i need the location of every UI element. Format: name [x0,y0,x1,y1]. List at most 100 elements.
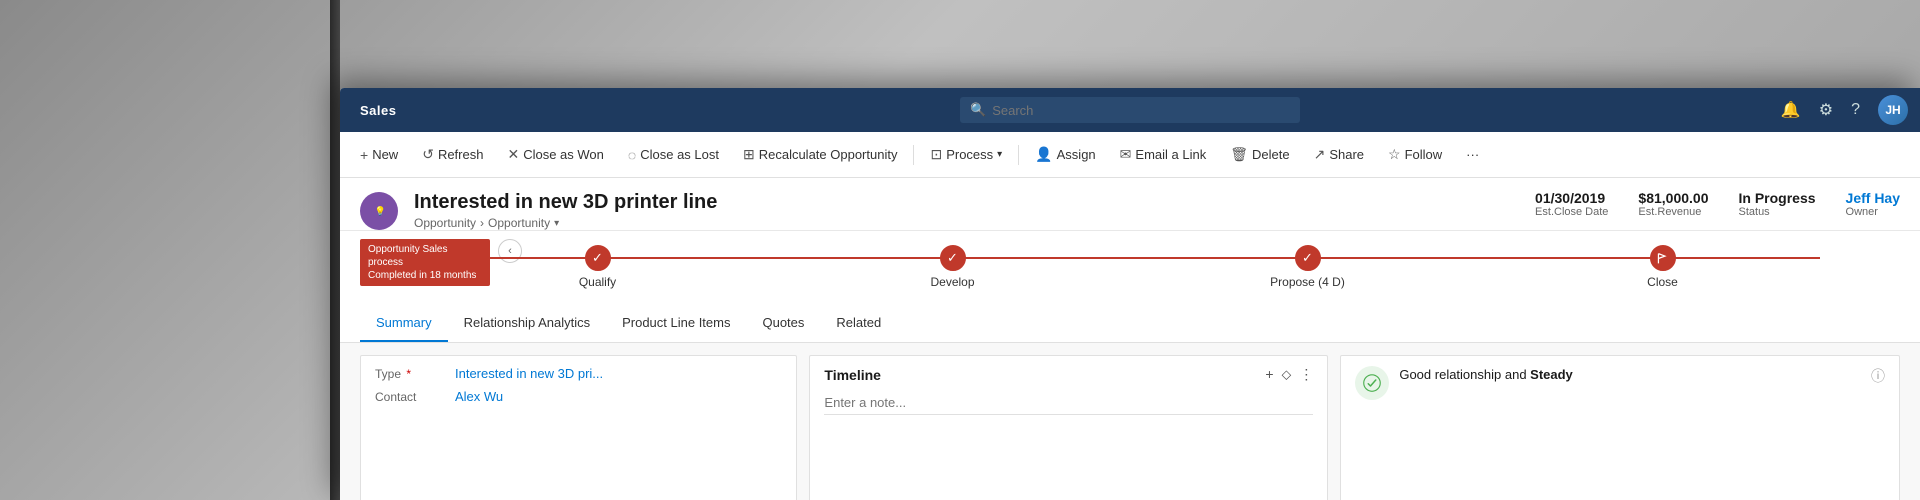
settings-icon[interactable]: ⚙ [1819,100,1833,120]
close-as-won-button[interactable]: ✕ Close as Won [497,141,613,168]
timeline-filter-icon[interactable]: ⬦ [1282,366,1292,383]
bell-icon[interactable]: 🔔 [1781,100,1801,120]
separator-1 [913,145,914,165]
top-nav: Sales 🔍 🔔 ⚙ ? JH [340,88,1920,132]
tab-product-line-items[interactable]: Product Line Items [606,305,746,342]
breadcrumb-part1: Opportunity [414,216,476,230]
tab-relationship-analytics[interactable]: Relationship Analytics [448,305,606,342]
new-label: New [372,147,398,162]
close-date-label: Est.Close Date [1535,206,1608,218]
assistant-text-prefix: Good relationship and [1399,367,1530,382]
stage-circle-close [1650,245,1676,271]
type-field-row: Type * Interested in new 3D pri... [375,366,782,381]
assign-button[interactable]: 👤 Assign [1025,141,1105,168]
more-label: ··· [1466,147,1479,162]
follow-button[interactable]: ☆ Follow [1378,141,1452,168]
share-icon: ↗ [1314,146,1326,163]
close-date-value: 01/30/2019 [1535,190,1608,206]
stage-circle-propose: ✓ [1295,245,1321,271]
tabs-bar: Summary Relationship Analytics Product L… [340,305,1920,343]
status-value: In Progress [1739,190,1816,206]
nav-brand: Sales [352,103,404,118]
assign-icon: 👤 [1035,146,1052,163]
close-as-lost-button[interactable]: ◌ Close as Lost [618,142,729,168]
delete-button[interactable]: 🗑 Delete [1220,141,1299,168]
stage-label-propose: Propose (4 D) [1270,275,1345,289]
share-button[interactable]: ↗ Share [1304,141,1374,168]
search-input[interactable] [992,103,1290,118]
close-as-won-label: Close as Won [523,147,604,162]
command-bar: + New ↺ Refresh ✕ Close as Won ◌ Close a… [340,132,1920,178]
process-chevron-icon: ▾ [997,149,1002,160]
info-icon[interactable]: ⓘ [1871,366,1885,386]
assistant-item: Good relationship and Steady ⓘ [1355,366,1885,400]
search-icon: 🔍 [970,102,986,118]
recalculate-button[interactable]: ⊞ Recalculate Opportunity [733,141,907,168]
bpf-stage-develop[interactable]: ✓ Develop [775,245,1130,289]
process-label: Process [946,147,993,162]
process-button[interactable]: ⊡ Process ▾ [920,141,1012,168]
type-field-value[interactable]: Interested in new 3D pri... [455,366,603,381]
bpf-stage-propose[interactable]: ✓ Propose (4 D) [1130,245,1485,289]
close-as-lost-label: Close as Lost [640,147,719,162]
owner-value: Jeff Hay [1846,190,1900,206]
tab-related[interactable]: Related [820,305,897,342]
recalculate-icon: ⊞ [743,146,755,163]
breadcrumb-part2: Opportunity [488,216,550,230]
recalculate-label: Recalculate Opportunity [759,147,898,162]
email-link-label: Email a Link [1135,147,1206,162]
breadcrumb-chevron-icon[interactable]: ▾ [554,218,559,229]
bpf-stage-qualify[interactable]: ✓ Qualify [420,245,775,289]
laptop-bezel [330,0,340,500]
timeline-header: Timeline + ⬦ ⋮ [824,366,1313,383]
svg-text:💡: 💡 [375,205,386,216]
timeline-more-icon[interactable]: ⋮ [1299,366,1313,383]
assistant-status-icon [1355,366,1389,400]
breadcrumb: Opportunity › Opportunity ▾ [414,216,1519,230]
close-as-won-icon: ✕ [507,146,519,163]
record-title-area: Interested in new 3D printer line Opport… [414,190,1519,230]
timeline-section: Timeline + ⬦ ⋮ [809,355,1328,500]
contact-field-value[interactable]: Alex Wu [455,389,503,404]
share-label: Share [1329,147,1364,162]
record-meta: 01/30/2019 Est.Close Date $81,000.00 Est… [1535,190,1900,218]
process-icon: ⊡ [930,146,942,163]
bpf-stage-close[interactable]: Close [1485,245,1840,289]
more-button[interactable]: ··· [1456,142,1489,167]
timeline-note-input[interactable] [824,391,1313,415]
search-bar[interactable]: 🔍 [960,97,1300,123]
record-header: 💡 Interested in new 3D printer line Oppo… [340,178,1920,231]
close-date-field: 01/30/2019 Est.Close Date [1535,190,1608,218]
form-section: Type * Interested in new 3D pri... Conta… [360,355,797,500]
follow-icon: ☆ [1388,146,1401,163]
timeline-add-icon[interactable]: + [1265,366,1273,383]
refresh-label: Refresh [438,147,484,162]
separator-2 [1018,145,1019,165]
timeline-icons: + ⬦ ⋮ [1265,366,1313,383]
stage-label-qualify: Qualify [579,275,616,289]
contact-field-row: Contact Alex Wu [375,389,782,404]
new-button[interactable]: + New [350,142,408,168]
refresh-button[interactable]: ↺ Refresh [412,141,493,168]
bpf-area: Opportunity Sales process Completed in 1… [340,231,1920,305]
email-link-button[interactable]: ✉ Email a Link [1110,141,1217,168]
delete-label: Delete [1252,147,1290,162]
type-required-marker: * [406,367,411,381]
refresh-icon: ↺ [422,146,434,163]
question-icon[interactable]: ? [1851,101,1860,119]
email-link-icon: ✉ [1120,146,1132,163]
stage-label-close: Close [1647,275,1678,289]
timeline-title: Timeline [824,367,881,383]
stage-label-develop: Develop [930,275,974,289]
tab-quotes[interactable]: Quotes [746,305,820,342]
delete-icon: 🗑 [1230,146,1248,163]
record-title: Interested in new 3D printer line [414,190,1519,214]
breadcrumb-separator: › [480,216,484,230]
revenue-value: $81,000.00 [1638,190,1708,206]
tab-summary[interactable]: Summary [360,305,448,342]
new-icon: + [360,147,368,163]
revenue-field: $81,000.00 Est.Revenue [1638,190,1708,218]
avatar[interactable]: JH [1878,95,1908,125]
owner-label: Owner [1846,206,1900,218]
nav-left: Sales [352,103,404,118]
